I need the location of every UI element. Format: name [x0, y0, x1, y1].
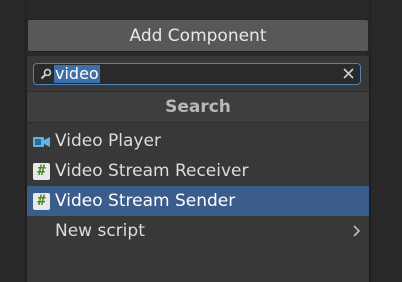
- list-item-video-stream-receiver[interactable]: # Video Stream Receiver: [27, 156, 369, 186]
- list-item-video-player[interactable]: Video Player: [27, 126, 369, 156]
- script-hash-icon: #: [33, 163, 50, 180]
- panel-border-right: [370, 0, 371, 282]
- search-input[interactable]: video: [33, 63, 361, 85]
- list-item-label: Video Stream Receiver: [55, 161, 249, 181]
- search-query-text: video: [54, 64, 100, 83]
- chevron-right-icon: [353, 225, 361, 237]
- list-item-label: New script: [55, 221, 145, 241]
- list-item-label: Video Stream Sender: [55, 191, 236, 211]
- script-hash-icon: #: [33, 193, 50, 210]
- close-icon[interactable]: [343, 68, 354, 79]
- list-item-video-stream-sender[interactable]: # Video Stream Sender: [27, 186, 369, 216]
- add-component-dropdown: video Search Video Player # Video Stream…: [26, 56, 370, 282]
- list-item-label: Video Player: [55, 131, 161, 151]
- dropdown-header: Search: [27, 91, 369, 123]
- list-item-new-script[interactable]: New script: [27, 216, 369, 246]
- search-icon: [40, 68, 52, 80]
- add-component-button[interactable]: Add Component: [27, 19, 369, 52]
- video-camera-icon: [33, 137, 50, 147]
